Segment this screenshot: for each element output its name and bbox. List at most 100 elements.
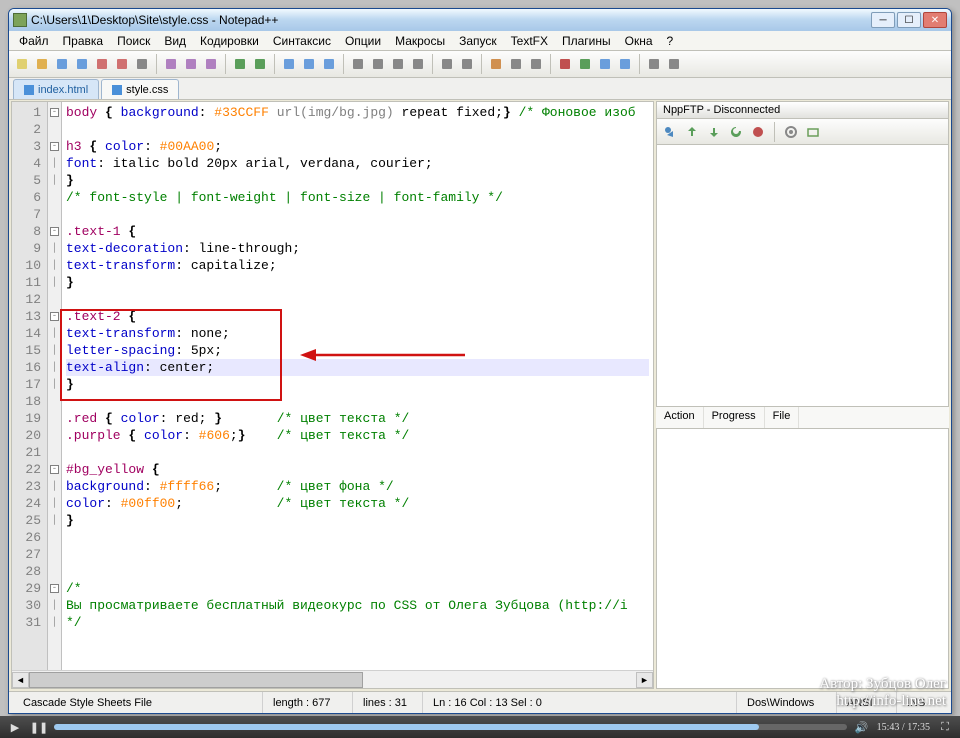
tabbar: index.htmlstyle.css: [9, 78, 951, 100]
goto-icon[interactable]: [320, 55, 338, 73]
pause-icon[interactable]: ❚❚: [30, 718, 48, 736]
line-gutter: 1234567891011121314151617181920212223242…: [12, 102, 48, 670]
status-filetype: Cascade Style Sheets File: [13, 692, 263, 713]
video-player-bar[interactable]: ▶ ❚❚ 🔊 15:43 / 17:35 ⛶: [0, 716, 960, 738]
close-icon[interactable]: [93, 55, 111, 73]
zoom-out-icon[interactable]: [458, 55, 476, 73]
abort-icon[interactable]: [749, 123, 767, 141]
macro-play-icon[interactable]: [576, 55, 594, 73]
editor-pane: 1234567891011121314151617181920212223242…: [11, 101, 654, 689]
menu-item-3[interactable]: Вид: [158, 32, 192, 50]
file-icon: [24, 85, 34, 95]
menu-item-12[interactable]: ?: [661, 32, 680, 50]
new-icon[interactable]: [13, 55, 31, 73]
show-all-icon[interactable]: [369, 55, 387, 73]
menu-item-10[interactable]: Плагины: [556, 32, 617, 50]
fold-toggle[interactable]: -: [50, 142, 59, 151]
scroll-right-button[interactable]: ►: [636, 672, 653, 688]
fold-toggle[interactable]: -: [50, 312, 59, 321]
settings-icon[interactable]: [782, 123, 800, 141]
menu-item-4[interactable]: Кодировки: [194, 32, 265, 50]
menu-item-6[interactable]: Опции: [339, 32, 387, 50]
cut-icon[interactable]: [162, 55, 180, 73]
side-tabs: ActionProgressFile: [656, 407, 949, 429]
play-icon[interactable]: ▶: [6, 718, 24, 736]
syntax-icon[interactable]: [487, 55, 505, 73]
toolbar: [9, 51, 951, 78]
menu-item-11[interactable]: Окна: [619, 32, 659, 50]
status-encoding: ANSI: [837, 692, 897, 713]
menu-item-8[interactable]: Запуск: [453, 32, 503, 50]
fold-toggle[interactable]: -: [50, 108, 59, 117]
undo-icon[interactable]: [231, 55, 249, 73]
statusbar: Cascade Style Sheets File length : 677 l…: [9, 691, 951, 713]
ftp-log[interactable]: [656, 429, 949, 689]
fold-toggle[interactable]: -: [50, 465, 59, 474]
minimize-button[interactable]: ─: [871, 12, 895, 28]
titlebar[interactable]: C:\Users\1\Desktop\Site\style.css - Note…: [9, 9, 951, 31]
fold-toggle[interactable]: -: [50, 227, 59, 236]
maximize-button[interactable]: ☐: [897, 12, 921, 28]
zoom-in-icon[interactable]: [438, 55, 456, 73]
menu-item-0[interactable]: Файл: [13, 32, 55, 50]
status-position: Ln : 16 Col : 13 Sel : 0: [423, 692, 737, 713]
save-all-icon[interactable]: [73, 55, 91, 73]
file-tab-1[interactable]: style.css: [101, 79, 179, 99]
app-icon: [13, 13, 27, 27]
menu-item-9[interactable]: TextFX: [505, 32, 554, 50]
file-icon: [112, 85, 122, 95]
scroll-track[interactable]: [29, 672, 636, 688]
fold-icon[interactable]: [507, 55, 525, 73]
code-area[interactable]: 1234567891011121314151617181920212223242…: [12, 102, 653, 670]
volume-icon[interactable]: 🔊: [853, 718, 871, 736]
download-icon[interactable]: [705, 123, 723, 141]
h-scrollbar[interactable]: ◄ ►: [12, 670, 653, 688]
uncomment-icon[interactable]: [665, 55, 683, 73]
file-tab-0[interactable]: index.html: [13, 79, 99, 99]
connect-icon[interactable]: [661, 123, 679, 141]
app-window: C:\Users\1\Desktop\Site\style.css - Note…: [8, 8, 952, 714]
play-track[interactable]: [54, 724, 847, 730]
outdent-icon[interactable]: [409, 55, 427, 73]
redo-icon[interactable]: [251, 55, 269, 73]
comment-icon[interactable]: [645, 55, 663, 73]
indent-icon[interactable]: [389, 55, 407, 73]
upload-icon[interactable]: [683, 123, 701, 141]
messages-icon[interactable]: [804, 123, 822, 141]
status-eol: Dos\Windows: [737, 692, 837, 713]
macro-stop-icon[interactable]: [596, 55, 614, 73]
paste-icon[interactable]: [202, 55, 220, 73]
fold-gutter[interactable]: --││-│││-││││-│││-││: [48, 102, 62, 670]
macro-run-icon[interactable]: [616, 55, 634, 73]
menu-item-7[interactable]: Макросы: [389, 32, 451, 50]
side-tab-progress[interactable]: Progress: [704, 407, 765, 428]
menu-item-1[interactable]: Правка: [57, 32, 110, 50]
macro-rec-icon[interactable]: [556, 55, 574, 73]
copy-icon[interactable]: [182, 55, 200, 73]
save-icon[interactable]: [53, 55, 71, 73]
play-progress: [54, 724, 759, 730]
word-wrap-icon[interactable]: [349, 55, 367, 73]
menu-item-5[interactable]: Синтаксис: [267, 32, 337, 50]
menubar: ФайлПравкаПоискВидКодировкиСинтаксисОпци…: [9, 31, 951, 51]
close-button[interactable]: ✕: [923, 12, 947, 28]
unfold-icon[interactable]: [527, 55, 545, 73]
replace-icon[interactable]: [300, 55, 318, 73]
side-tab-file[interactable]: File: [765, 407, 800, 428]
ftp-tree[interactable]: [656, 145, 949, 407]
fold-toggle[interactable]: -: [50, 584, 59, 593]
print-icon[interactable]: [133, 55, 151, 73]
scroll-thumb[interactable]: [29, 672, 363, 688]
close-all-icon[interactable]: [113, 55, 131, 73]
open-icon[interactable]: [33, 55, 51, 73]
window-title: C:\Users\1\Desktop\Site\style.css - Note…: [31, 13, 278, 27]
find-icon[interactable]: [280, 55, 298, 73]
menu-item-2[interactable]: Поиск: [111, 32, 156, 50]
code-text[interactable]: body { background: #33CCFF url(img/bg.jp…: [62, 102, 653, 670]
refresh-icon[interactable]: [727, 123, 745, 141]
status-insert: INS: [897, 692, 947, 713]
side-toolbar: [656, 119, 949, 145]
fullscreen-icon[interactable]: ⛶: [936, 718, 954, 736]
scroll-left-button[interactable]: ◄: [12, 672, 29, 688]
side-tab-action[interactable]: Action: [656, 407, 704, 428]
